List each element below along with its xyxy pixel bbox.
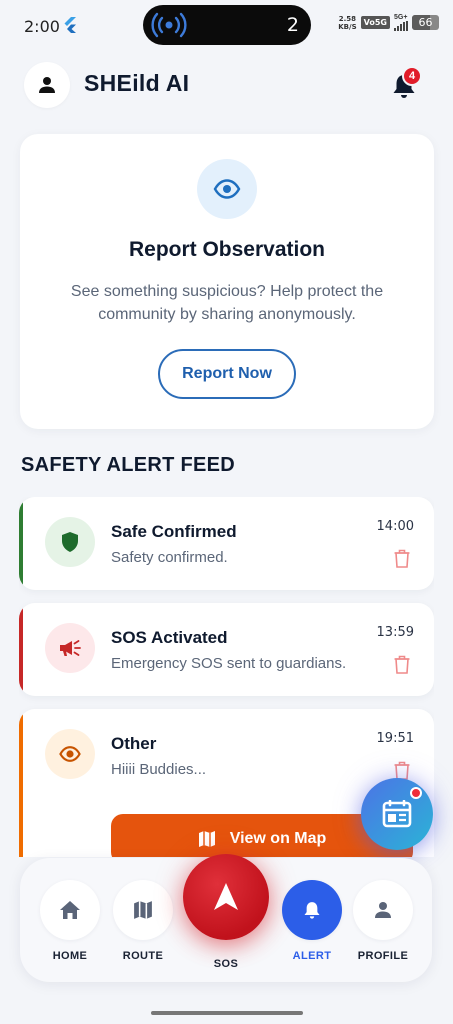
alert-time: 14:00 — [376, 519, 414, 534]
map-icon — [134, 901, 152, 919]
alert-message: Emergency SOS sent to guardians. — [111, 655, 347, 672]
calendar-fab[interactable] — [361, 778, 433, 850]
accent-bar — [19, 497, 23, 590]
fab-notification-dot — [410, 787, 422, 799]
alert-card-sos[interactable]: SOS Activated Emergency SOS sent to guar… — [19, 603, 434, 696]
nav-profile[interactable]: PROFILE — [352, 880, 414, 962]
alert-title: SOS Activated — [111, 628, 228, 647]
signal-icon: 5G+ — [394, 14, 408, 31]
nav-alert-circle[interactable] — [282, 880, 342, 940]
alert-icon-circle — [45, 729, 95, 779]
network-speed: 2.58 KB/S — [338, 14, 357, 31]
report-observation-card: Report Observation See something suspici… — [20, 134, 434, 429]
alert-message: Hiiii Buddies... — [111, 761, 207, 778]
alert-time: 19:51 — [376, 731, 414, 746]
alert-message: Safety confirmed. — [111, 549, 228, 566]
battery-icon: 66 — [412, 15, 439, 30]
navigation-arrow-icon — [214, 883, 238, 910]
live-activity-pill[interactable]: 2 — [143, 5, 311, 45]
nav-route-label: ROUTE — [122, 950, 164, 962]
home-indicator[interactable] — [151, 1011, 303, 1015]
user-icon — [39, 77, 55, 93]
nav-sos-label: SOS — [213, 958, 239, 970]
nav-route[interactable]: ROUTE — [112, 880, 174, 962]
report-title: Report Observation — [128, 238, 326, 261]
bell-icon — [304, 902, 320, 919]
status-bar: 2:00 2 2.58 KB/S Vo5G 5G+ 66 — [0, 0, 453, 52]
alert-icon-circle — [45, 517, 95, 567]
status-indicators: 2.58 KB/S Vo5G 5G+ 66 — [338, 14, 439, 31]
flutter-icon — [64, 17, 76, 33]
bottom-navigation: HOME ROUTE SOS ALERT PROFILE — [20, 854, 432, 982]
nav-home[interactable]: HOME — [39, 880, 101, 962]
nav-home-label: HOME — [52, 950, 88, 962]
alert-card-safe[interactable]: Safe Confirmed Safety confirmed. 14:00 — [19, 497, 434, 590]
notification-badge: 4 — [402, 66, 422, 86]
broadcast-icon — [151, 12, 187, 38]
map-icon — [198, 831, 215, 847]
app-title: SHEild AI — [84, 70, 190, 96]
alert-title: Other — [111, 734, 157, 753]
eye-icon — [59, 746, 81, 762]
alert-title: Safe Confirmed — [111, 522, 237, 541]
status-time: 2:00 — [24, 17, 60, 36]
sos-button[interactable] — [183, 854, 269, 940]
report-description: See something suspicious? Help protect t… — [70, 283, 384, 323]
megaphone-icon — [60, 640, 81, 656]
nav-alert-label: ALERT — [292, 950, 332, 962]
nav-route-circle[interactable] — [113, 880, 173, 940]
nav-alert[interactable]: ALERT — [281, 880, 343, 962]
delete-icon[interactable] — [394, 549, 410, 568]
user-icon — [375, 902, 391, 918]
alert-icon-circle — [45, 623, 95, 673]
accent-bar — [19, 709, 23, 857]
calendar-icon — [382, 800, 412, 828]
home-icon — [60, 901, 80, 919]
shield-icon — [62, 532, 78, 552]
eye-icon-circle — [197, 159, 257, 219]
nav-home-circle[interactable] — [40, 880, 100, 940]
volte-badge: Vo5G — [360, 16, 390, 29]
eye-icon — [213, 179, 241, 199]
alert-time: 13:59 — [376, 625, 414, 640]
avatar[interactable] — [24, 62, 70, 108]
report-now-button[interactable]: Report Now — [158, 349, 296, 399]
view-on-map-label: View on Map — [229, 830, 327, 847]
feed-section-title: SAFETY ALERT FEED — [21, 454, 236, 476]
live-count: 2 — [286, 14, 299, 36]
nav-profile-label: PROFILE — [357, 950, 409, 962]
accent-bar — [19, 603, 23, 696]
delete-icon[interactable] — [394, 655, 410, 674]
nav-profile-circle[interactable] — [353, 880, 413, 940]
